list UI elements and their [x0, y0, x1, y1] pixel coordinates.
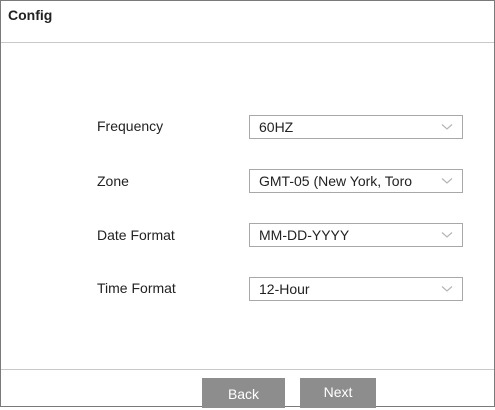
- chevron-down-icon: [441, 178, 453, 184]
- back-button[interactable]: Back: [202, 378, 285, 408]
- date-format-value: MM-DD-YYYY: [259, 227, 350, 243]
- time-format-value: 12-Hour: [259, 281, 310, 297]
- dialog-header: Config: [1, 1, 494, 43]
- time-format-label: Time Format: [97, 280, 176, 296]
- date-format-label: Date Format: [97, 227, 175, 243]
- chevron-down-icon: [441, 124, 453, 130]
- time-format-select[interactable]: 12-Hour: [249, 277, 463, 301]
- zone-select[interactable]: GMT-05 (New York, Toro: [249, 169, 463, 193]
- footer-divider: [1, 369, 494, 370]
- chevron-down-icon: [441, 286, 453, 292]
- frequency-label: Frequency: [97, 118, 164, 134]
- zone-label: Zone: [97, 173, 129, 189]
- zone-value: GMT-05 (New York, Toro: [259, 173, 413, 189]
- next-button[interactable]: Next: [300, 378, 376, 408]
- frequency-select[interactable]: 60HZ: [249, 115, 463, 139]
- frequency-value: 60HZ: [259, 119, 294, 135]
- date-format-select[interactable]: MM-DD-YYYY: [249, 223, 463, 247]
- dialog-title: Config: [8, 7, 53, 23]
- chevron-down-icon: [441, 232, 453, 238]
- config-dialog: Config Frequency 60HZ Zone GMT-05 (New Y…: [0, 0, 495, 408]
